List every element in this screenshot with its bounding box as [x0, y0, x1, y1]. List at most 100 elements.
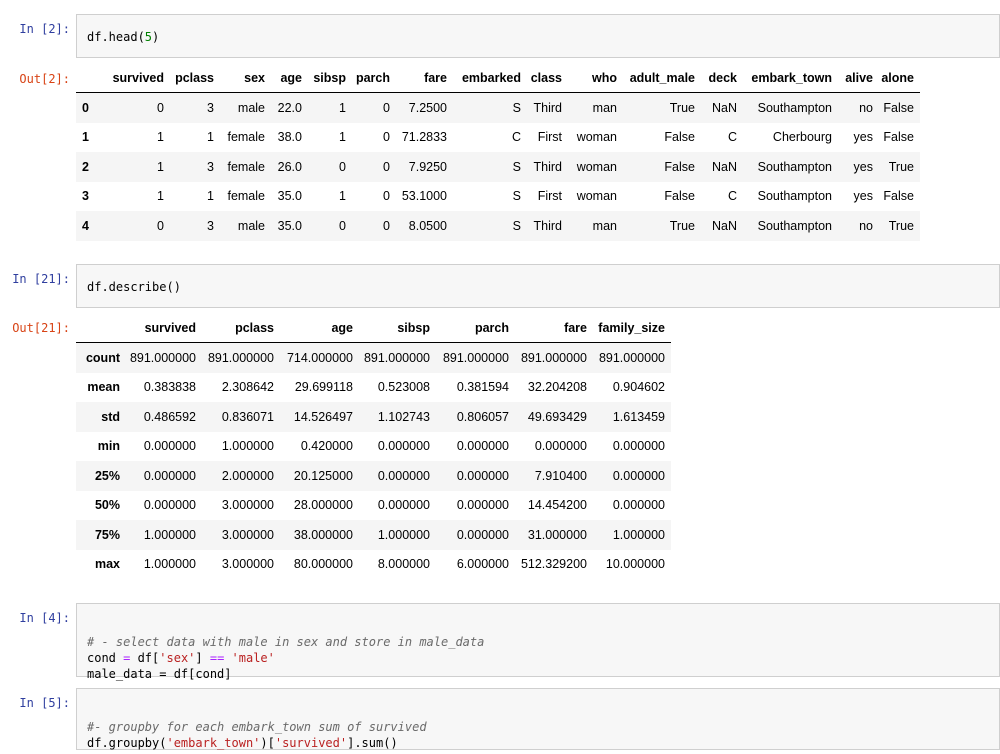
table-cell: Southampton — [757, 100, 832, 115]
table-cell: 1 — [157, 159, 164, 174]
cell-4-in-prompt: In [5]: — [19, 696, 70, 710]
cell-3-code[interactable]: # - select data with male in sex and sto… — [77, 604, 999, 682]
describe-table-body: count 891.000000 891.000000 714.000000 891.0… — [76, 342, 671, 580]
table-cell: 0.420000 — [300, 439, 353, 454]
table-cell: Third — [533, 218, 562, 233]
row-index: 25% — [94, 468, 120, 483]
table-row: 75% 1.000000 3.000000 38.000000 1.000000 0.00… — [76, 520, 671, 550]
column-header: embarked — [447, 64, 521, 93]
table-cell: 0 — [383, 100, 390, 115]
table-cell: First — [537, 130, 562, 145]
table-cell: 10.000000 — [605, 557, 665, 572]
table-cell: S — [512, 100, 521, 115]
table-cell: 1 — [207, 130, 214, 145]
table-cell: 891.000000 — [363, 350, 430, 365]
table-cell: no — [859, 218, 873, 233]
row-index: 1 — [82, 130, 89, 145]
table-cell: 3.000000 — [221, 498, 274, 513]
table-cell: 3.000000 — [221, 557, 274, 572]
table-cell: True — [669, 218, 695, 233]
table-cell: C — [727, 130, 737, 145]
table-cell: Third — [533, 159, 562, 174]
cell-2-input[interactable]: df.describe() — [76, 264, 1000, 308]
table-cell: 53.1000 — [401, 189, 447, 204]
table-header-row: survived pclass age sibsp parch fare fam… — [76, 314, 671, 343]
table-cell: 0.486592 — [143, 409, 196, 424]
column-header: class — [521, 64, 562, 93]
table-cell: 0.806057 — [456, 409, 509, 424]
table-cell: 31.000000 — [527, 527, 587, 542]
table-cell: 0.000000 — [456, 468, 509, 483]
table-row: 0 0 3 male 22.0 1 0 7.2500 S Third man True NaN South… — [76, 92, 920, 123]
table-cell: C — [727, 189, 737, 204]
table-cell: 0 — [157, 218, 164, 233]
table-cell: 8.000000 — [377, 557, 430, 572]
table-cell: 0.000000 — [143, 498, 196, 513]
table-cell: no — [859, 100, 873, 115]
table-cell: False — [664, 189, 695, 204]
code-line: cond = df['sex'] == 'male' — [87, 651, 275, 665]
table-cell: False — [883, 189, 914, 204]
cell-3-input[interactable]: # - select data with male in sex and sto… — [76, 603, 1000, 681]
table-row: std 0.486592 0.836071 14.526497 1.102743 0.80… — [76, 402, 671, 432]
table-cell: 1 — [157, 130, 164, 145]
table-row: 50% 0.000000 3.000000 28.000000 0.000000 0.00… — [76, 491, 671, 521]
cell-1-code[interactable]: df.head(5) — [77, 15, 999, 45]
table-cell: 49.693429 — [527, 409, 587, 424]
column-header: pclass — [196, 314, 274, 343]
index-header — [76, 314, 120, 343]
table-cell: 0 — [383, 218, 390, 233]
code-text: ) — [152, 30, 160, 44]
table-cell: 80.000000 — [293, 557, 353, 572]
table-cell: 0.000000 — [612, 439, 665, 454]
head-dataframe-table: survived pclass sex age sibsp parch fare… — [76, 64, 920, 241]
column-header: sibsp — [302, 64, 346, 93]
table-cell: 32.204208 — [527, 380, 587, 395]
table-cell: 0.523008 — [377, 380, 430, 395]
table-cell: yes — [853, 130, 873, 145]
table-cell: False — [664, 159, 695, 174]
table-cell: 1 — [207, 189, 214, 204]
table-row: count 891.000000 891.000000 714.000000 891.0… — [76, 342, 671, 373]
table-cell: 1 — [339, 100, 346, 115]
table-cell: woman — [576, 189, 617, 204]
table-cell: Southampton — [757, 189, 832, 204]
table-cell: 35.0 — [277, 189, 302, 204]
cell-1-input[interactable]: df.head(5) — [76, 14, 1000, 58]
table-cell: False — [664, 130, 695, 145]
table-cell: True — [888, 218, 914, 233]
table-cell: 28.000000 — [293, 498, 353, 513]
table-cell: 1.000000 — [221, 439, 274, 454]
table-cell: 3 — [207, 100, 214, 115]
table-cell: 26.0 — [277, 159, 302, 174]
cell-4-input[interactable]: #- groupby for each embark_town sum of s… — [76, 688, 1000, 750]
table-cell: 71.2833 — [401, 130, 447, 145]
table-cell: Third — [533, 100, 562, 115]
column-header: family_size — [587, 314, 671, 343]
column-header: alive — [832, 64, 873, 93]
table-cell: female — [227, 159, 265, 174]
table-row: 3 1 1 female 35.0 1 0 53.1000 S First woman False C S… — [76, 182, 920, 212]
table-row: 4 0 3 male 35.0 0 0 8.0500 S Third man True NaN South… — [76, 211, 920, 241]
table-cell: 1.000000 — [143, 557, 196, 572]
cell-4-code[interactable]: #- groupby for each embark_town sum of s… — [77, 689, 999, 751]
column-header: age — [265, 64, 302, 93]
table-cell: male — [237, 100, 265, 115]
cell-1-out-prompt: Out[2]: — [19, 72, 70, 86]
table-cell: 0.000000 — [456, 527, 509, 542]
table-cell: 714.000000 — [286, 350, 353, 365]
table-cell: 891.000000 — [442, 350, 509, 365]
table-cell: 0.000000 — [456, 439, 509, 454]
column-header: fare — [509, 314, 587, 343]
table-cell: male — [237, 218, 265, 233]
describe-dataframe-table: survived pclass age sibsp parch fare fam… — [76, 314, 671, 579]
table-cell: 891.000000 — [207, 350, 274, 365]
table-cell: 35.0 — [277, 218, 302, 233]
table-cell: 14.454200 — [527, 498, 587, 513]
table-row: max 1.000000 3.000000 80.000000 8.000000 6.00… — [76, 550, 671, 580]
table-cell: 0.000000 — [377, 439, 430, 454]
table-cell: 1 — [339, 130, 346, 145]
column-header: pclass — [164, 64, 214, 93]
cell-2-code[interactable]: df.describe() — [77, 265, 999, 295]
column-header: age — [274, 314, 353, 343]
